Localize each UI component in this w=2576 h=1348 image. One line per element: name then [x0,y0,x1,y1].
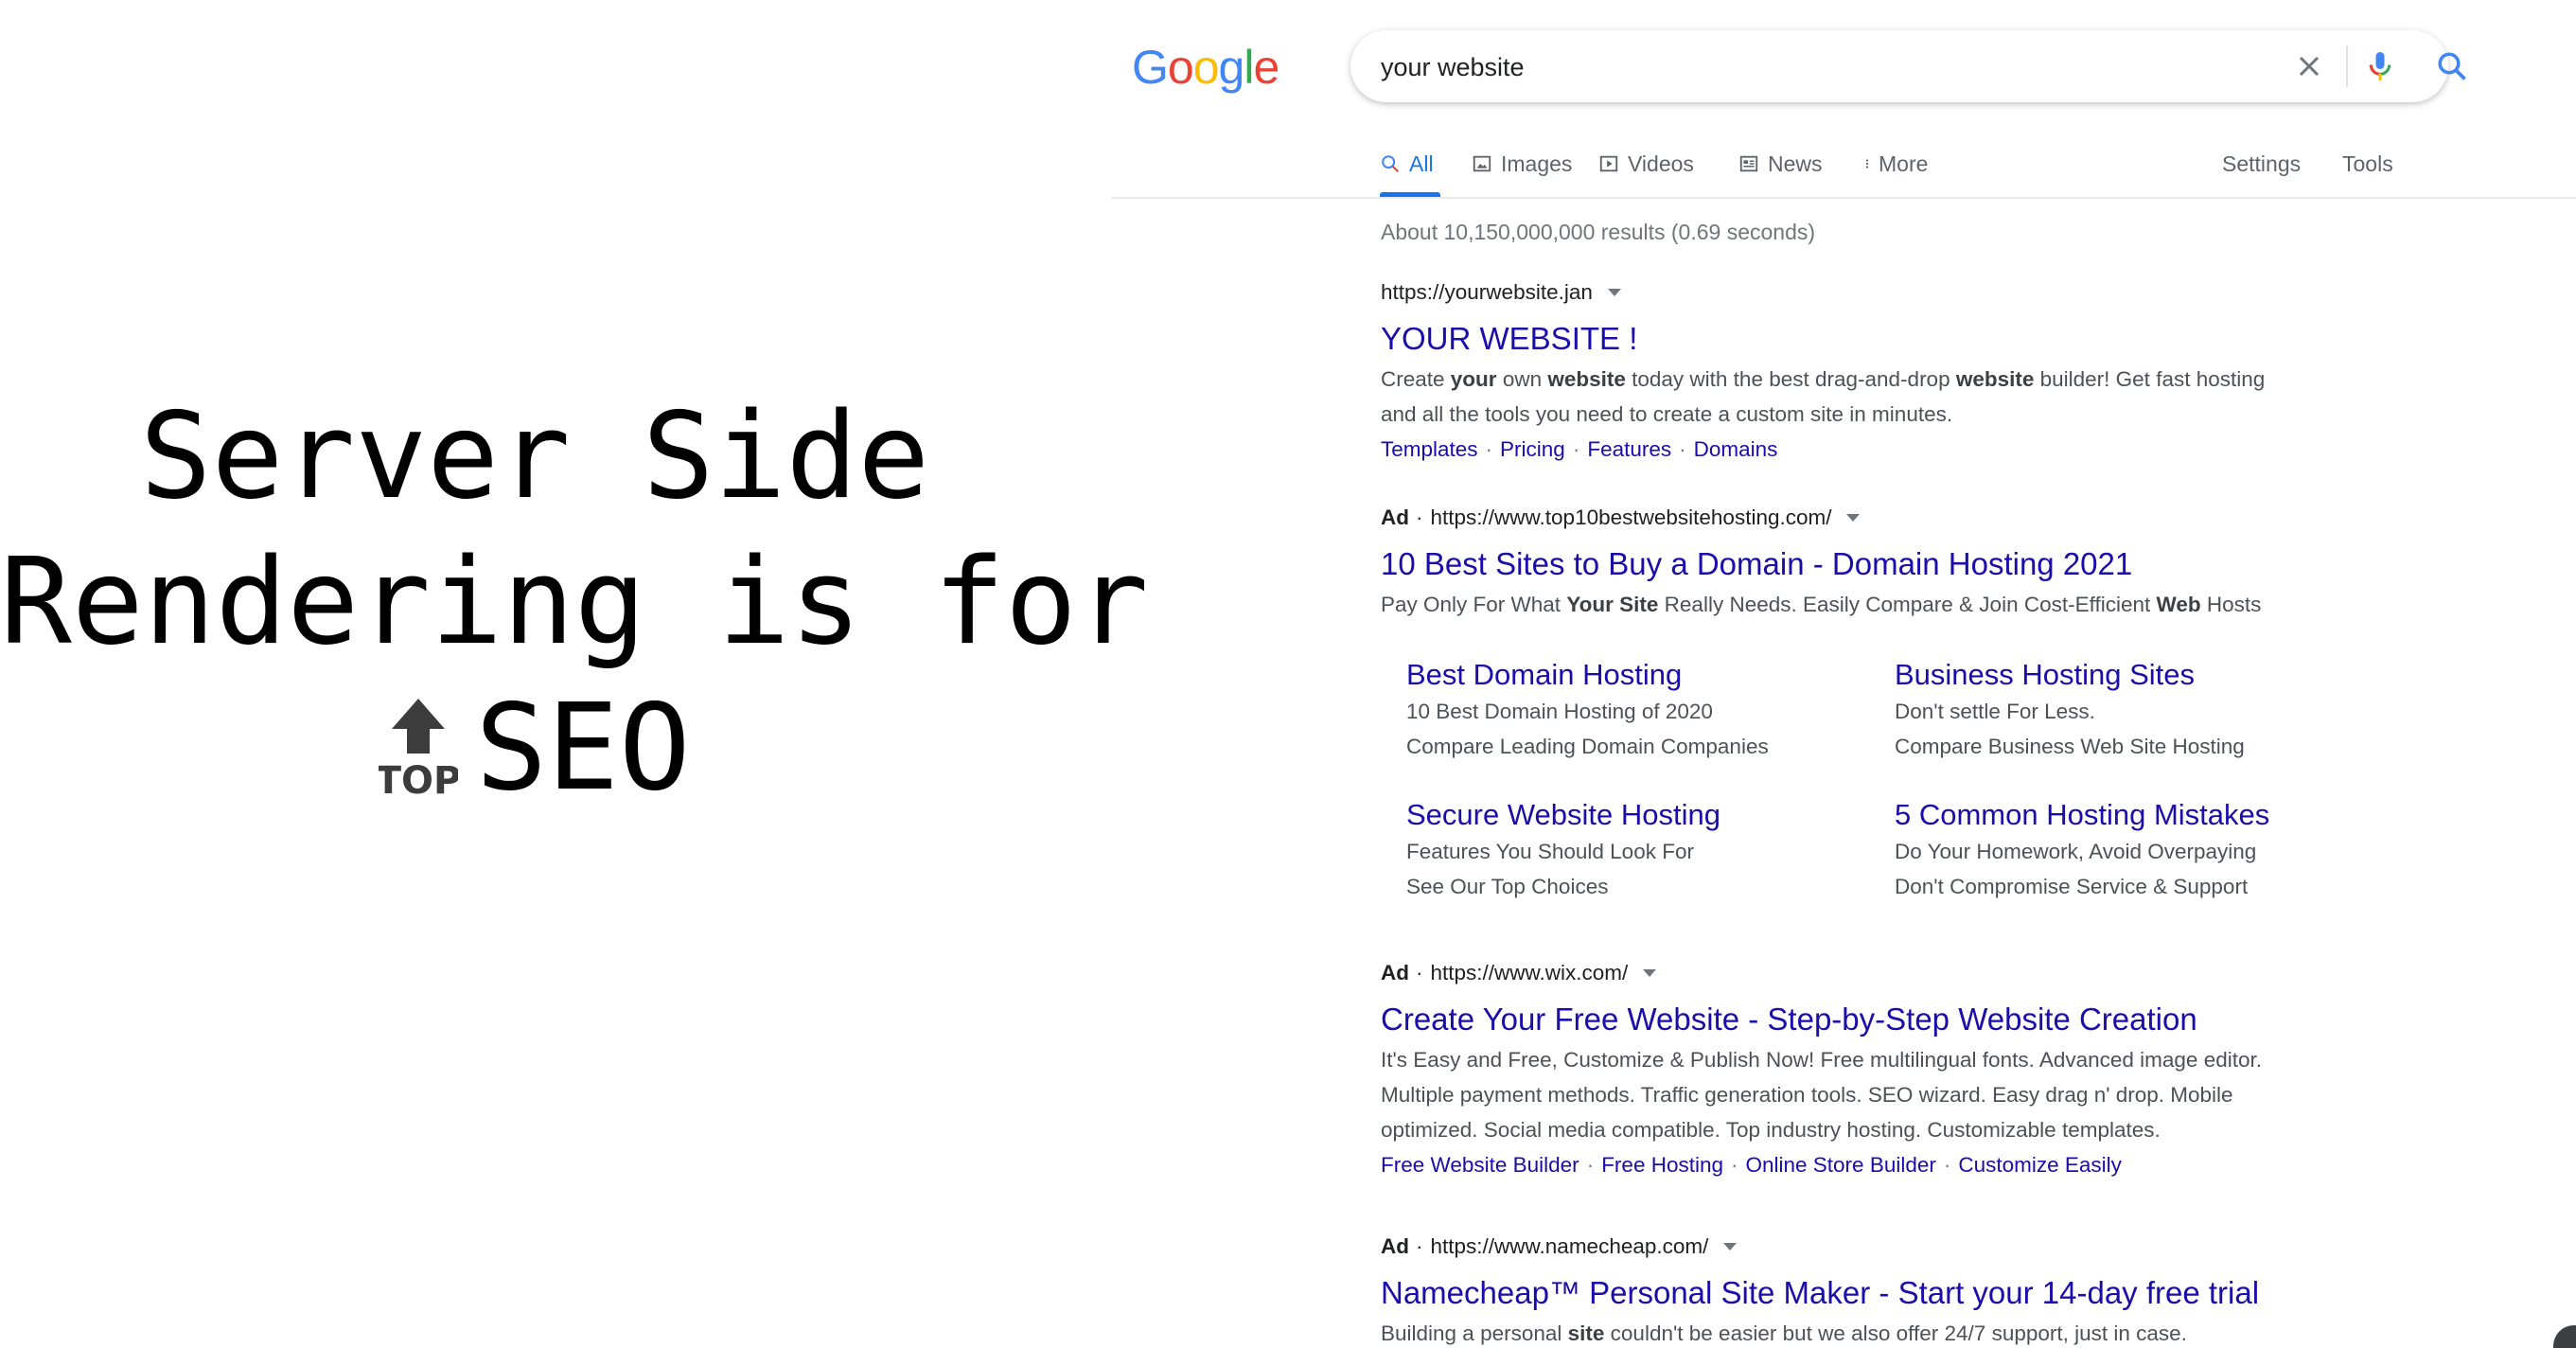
close-icon[interactable] [2292,49,2326,83]
more-icon [1865,159,1869,168]
sitelink[interactable]: Features [1587,437,1671,461]
ad-sitelink: 5 Common Hosting Mistakes Do Your Homewo… [1895,796,2349,904]
result-url-text: https://www.namecheap.com/ [1430,1234,1709,1258]
result-url[interactable]: Ad · https://www.wix.com/ [1381,961,2327,985]
logo-letter: l [1244,41,1254,94]
slide-line-3: TOP SEO [0,675,1069,821]
ad-result: Ad · https://www.top10bestwebsitehosting.c… [1381,506,2327,622]
tab-settings[interactable]: Settings [2222,148,2301,180]
tab-images[interactable]: Images [1472,148,1572,180]
tab-tools[interactable]: Tools [2342,148,2393,180]
result-url[interactable]: Ad · https://www.top10bestwebsitehosting.c… [1381,506,2327,530]
result-snippet: Building a personal site couldn't be eas… [1381,1321,2187,1345]
slide-line-2: Rendering is for [0,532,1149,671]
caret-down-icon[interactable] [1607,289,1621,296]
result-snippet: Pay Only For What Your Site Really Needs… [1381,593,2262,616]
google-logo[interactable]: Google [1132,40,1279,95]
ad-sitelink-desc: Do Your Homework, Avoid Overpaying [1895,840,2257,863]
ad-sitelink-desc: Compare Business Web Site Hosting [1895,735,2245,758]
search-result: https://yourwebsite.jan YOUR WEBSITE ! C… [1381,280,2327,467]
result-sitelinks: Templates · Pricing · Features · Domains [1381,437,1778,461]
ad-sitelink-title[interactable]: Business Hosting Sites [1895,656,2349,694]
ad-sitelink-desc: Don't settle For Less. [1895,700,2095,723]
slide-line-1: Server Side [139,386,930,525]
logo-letter: o [1167,41,1194,94]
ad-sitelink-desc: Compare Leading Domain Companies [1406,735,1769,758]
sitelink[interactable]: Free Website Builder [1381,1153,1579,1177]
ad-sitelink: Best Domain Hosting 10 Best Domain Hosti… [1406,656,1861,764]
caret-down-icon[interactable] [1846,514,1861,522]
ad-sitelink-desc: Features You Should Look For [1406,840,1694,863]
result-snippet-line-2: Multiple payment methods. Traffic genera… [1381,1083,2233,1107]
ad-result: Ad · https://www.namecheap.com/ Namecheap™… [1381,1234,2327,1348]
top-arrow-icon: TOP [379,695,458,801]
ad-result: Ad · https://www.wix.com/ Create Your Free… [1381,961,2327,1182]
search-icon[interactable] [2435,49,2469,83]
tab-videos[interactable]: Videos [1598,148,1694,180]
ad-sitelink-desc: See Our Top Choices [1406,875,1609,898]
result-url-text: https://yourwebsite.jan [1381,280,1593,304]
sitelink[interactable]: Domains [1694,437,1778,461]
logo-letter: g [1218,41,1245,94]
tabs-divider [1112,197,2576,199]
result-snippet-line-2: and all the tools you need to create a c… [1381,402,1953,426]
result-url[interactable]: Ad · https://www.namecheap.com/ [1381,1234,2327,1259]
result-snippet-line-3: optimized. Social media compatible. Top … [1381,1118,2161,1142]
result-title-link[interactable]: Create Your Free Website - Step-by-Step … [1381,1001,2327,1038]
ad-sitelink: Business Hosting Sites Don't settle For … [1895,656,2349,764]
result-snippet: It's Easy and Free, Customize & Publish … [1381,1048,2262,1072]
sitelink[interactable]: Templates [1381,437,1478,461]
sitelink[interactable]: Free Hosting [1601,1153,1723,1177]
result-url-text: https://www.top10bestwebsitehosting.com/ [1430,506,1832,529]
tab-news[interactable]: News [1738,148,1823,180]
tab-more[interactable]: More [1861,148,1928,180]
search-input[interactable] [1379,47,2215,87]
sitelink[interactable]: Online Store Builder [1746,1153,1936,1177]
logo-letter: G [1132,41,1169,94]
tab-label: More [1879,151,1929,176]
ad-sitelink-desc: 10 Best Domain Hosting of 2020 [1406,700,1713,723]
result-title-link[interactable]: 10 Best Sites to Buy a Domain - Domain H… [1381,545,2327,583]
corner-button[interactable] [2553,1325,2576,1348]
ad-label: Ad [1381,506,1409,529]
tab-label: Videos [1628,151,1694,176]
sitelink[interactable]: Customize Easily [1958,1153,2122,1177]
image-icon [1473,155,1491,172]
result-title-link[interactable]: YOUR WEBSITE ! [1381,320,2327,358]
ad-sitelink-title[interactable]: 5 Common Hosting Mistakes [1895,796,2349,834]
result-title-link[interactable]: Namecheap™ Personal Site Maker - Start y… [1381,1274,2327,1312]
video-icon [1599,155,1618,172]
ad-sitelink-title[interactable]: Best Domain Hosting [1406,656,1861,694]
search-divider [2346,45,2348,87]
tab-label: Settings [2222,151,2302,176]
news-icon [1739,155,1758,172]
ad-sitelink-title[interactable]: Secure Website Hosting [1406,796,1861,834]
ad-label: Ad [1381,1234,1409,1258]
tab-label: Tools [2342,151,2393,176]
slide-seo: SEO [475,678,691,817]
result-url-text: https://www.wix.com/ [1430,961,1629,984]
caret-down-icon[interactable] [1723,1243,1738,1250]
sitelink[interactable]: Pricing [1500,437,1565,461]
tab-label: Images [1501,151,1573,176]
tab-label: News [1768,151,1823,176]
logo-letter: e [1253,41,1279,94]
result-sitelinks: Free Website Builder · Free Hosting · Online… [1381,1153,2122,1177]
ad-sitelink: Secure Website Hosting Features You Shou… [1406,796,1861,904]
result-url[interactable]: https://yourwebsite.jan [1381,280,2327,305]
result-stats: About 10,150,000,000 results (0.69 secon… [1381,220,1816,244]
search-icon [1382,155,1400,173]
tab-all[interactable]: All [1380,148,1434,180]
microphone-icon[interactable] [2363,49,2397,83]
top-emoji-label: TOP [379,759,458,801]
google-results-page: Google All Images Videos News More Set [1112,0,2576,1348]
search-box [1350,30,2466,102]
tab-label: All [1409,151,1434,176]
logo-letter: o [1192,41,1220,94]
slide-heading: Server Side Rendering is for TOP SEO [0,383,1149,821]
ad-label: Ad [1381,961,1409,984]
caret-down-icon[interactable] [1643,969,1657,977]
ad-sitelink-desc: Don't Compromise Service & Support [1895,875,2249,898]
result-snippet: Create your own website today with the b… [1381,367,2266,391]
